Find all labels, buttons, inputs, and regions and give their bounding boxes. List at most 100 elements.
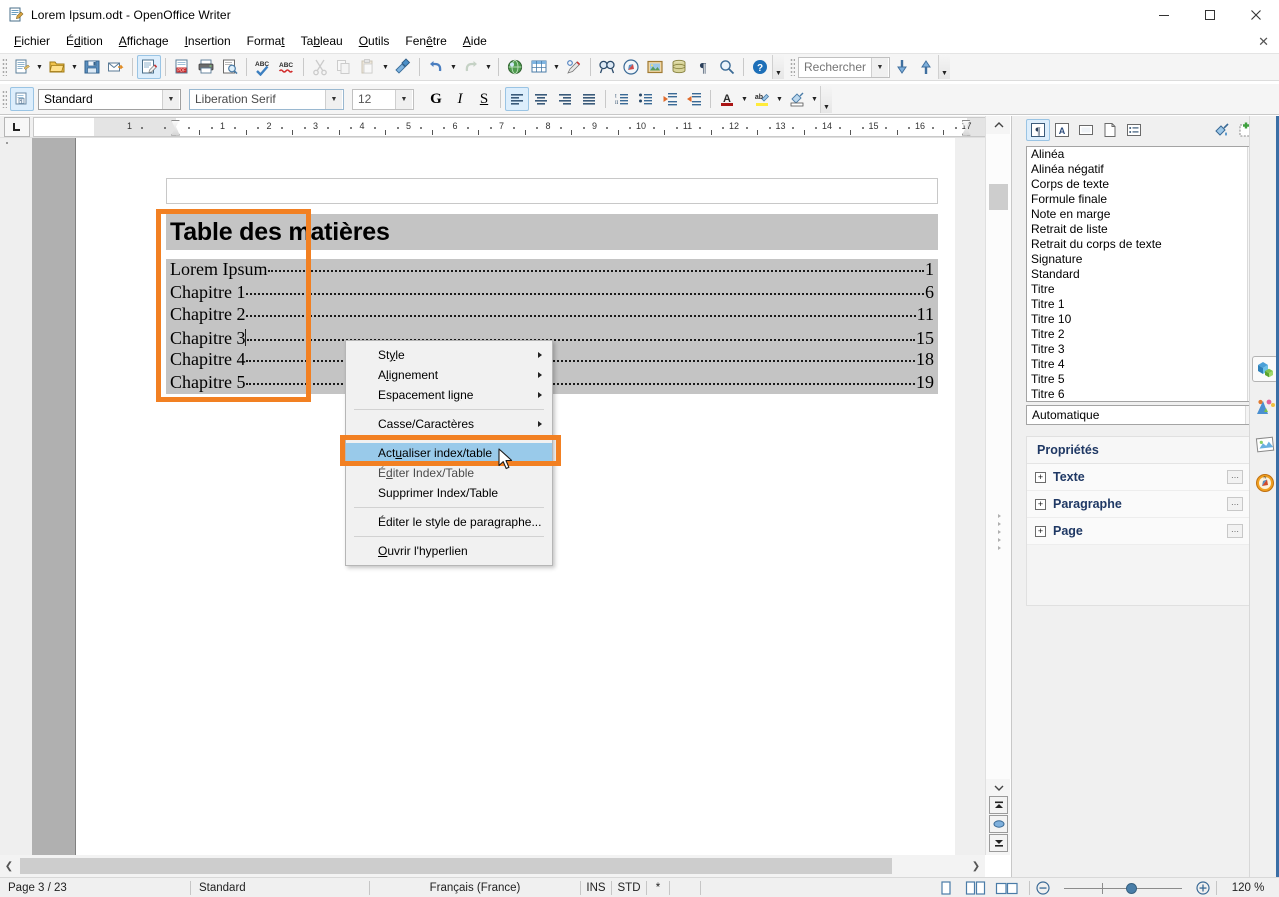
zoom-out-button[interactable] <box>1030 878 1056 897</box>
italic-button[interactable]: I <box>448 87 472 111</box>
background-color-icon[interactable] <box>785 87 809 111</box>
undo-icon[interactable] <box>424 55 448 79</box>
style-list-item[interactable]: Titre 5 <box>1027 372 1247 387</box>
toc-entry[interactable]: Lorem Ipsum 1 <box>166 259 938 282</box>
font-size-dropdown-icon[interactable]: ▼ <box>395 89 412 109</box>
gallery-icon[interactable] <box>643 55 667 79</box>
more-options-icon[interactable]: ⋯ <box>1227 497 1243 511</box>
menu-format[interactable]: Format <box>239 32 293 50</box>
gallery-panel-icon[interactable] <box>1252 394 1278 420</box>
paragraph-style-dropdown-icon[interactable]: ▼ <box>162 89 179 109</box>
expand-icon[interactable]: + <box>1035 471 1046 483</box>
close-button[interactable] <box>1233 0 1279 30</box>
search-field[interactable] <box>799 60 871 74</box>
property-section-texte[interactable]: + Texte ⋯ <box>1027 464 1249 491</box>
previous-page-button[interactable] <box>989 796 1008 814</box>
find-replace-icon[interactable] <box>595 55 619 79</box>
horizontal-ruler[interactable]: 11234567891011121314151617 <box>33 116 1010 137</box>
print-preview-icon[interactable] <box>218 55 242 79</box>
status-page-style[interactable]: Standard <box>191 878 369 897</box>
horizontal-scroll-thumb[interactable] <box>20 858 892 874</box>
ordered-list-icon[interactable]: I II <box>610 87 634 111</box>
redo-icon[interactable] <box>459 55 483 79</box>
style-list-item[interactable]: Titre 2 <box>1027 327 1247 342</box>
style-list-item[interactable]: Titre 10 <box>1027 312 1247 327</box>
status-selection-mode[interactable]: STD <box>612 878 646 897</box>
status-zoom-level[interactable]: 120 % <box>1217 878 1279 897</box>
context-menu-item[interactable]: Éditer le style de paragraphe... <box>346 512 552 532</box>
scroll-up-icon[interactable] <box>986 116 1011 134</box>
style-list-item[interactable]: Note en marge <box>1027 207 1247 222</box>
style-list-item[interactable]: Standard <box>1027 267 1247 282</box>
style-list-item[interactable]: Formule finale <box>1027 192 1247 207</box>
paste-icon[interactable] <box>356 55 380 79</box>
toc-entry[interactable]: Chapitre 1 6 <box>166 282 938 305</box>
scroll-right-icon[interactable]: ❯ <box>967 861 985 872</box>
background-color-dropdown[interactable]: ▼ <box>809 87 820 111</box>
style-list-item[interactable]: Titre 4 <box>1027 357 1247 372</box>
character-styles-icon[interactable]: A <box>1050 119 1074 141</box>
context-menu-item[interactable]: Éditer Index/Table <box>346 463 552 483</box>
menu-tableau[interactable]: Tableau <box>293 32 351 50</box>
decrease-indent-icon[interactable] <box>658 87 682 111</box>
formatting-toolbar-grip[interactable] <box>2 90 7 108</box>
cut-icon[interactable] <box>308 55 332 79</box>
new-document-icon[interactable] <box>10 55 34 79</box>
copy-icon[interactable] <box>332 55 356 79</box>
find-previous-icon[interactable] <box>914 55 938 79</box>
scroll-left-icon[interactable]: ❮ <box>0 861 18 872</box>
underline-button[interactable]: S <box>472 87 496 111</box>
menu-affichage[interactable]: Affichage <box>111 32 177 50</box>
horizontal-scroll-track[interactable] <box>18 858 967 874</box>
style-list-item[interactable]: Retrait du corps de texte <box>1027 237 1247 252</box>
export-pdf-icon[interactable]: PDF <box>170 55 194 79</box>
help-icon[interactable]: ? <box>748 55 772 79</box>
undo-dropdown[interactable]: ▼ <box>448 55 459 79</box>
print-icon[interactable] <box>194 55 218 79</box>
font-color-dropdown[interactable]: ▼ <box>739 87 750 111</box>
open-document-dropdown[interactable]: ▼ <box>69 55 80 79</box>
single-page-view-icon[interactable] <box>930 878 961 897</box>
data-sources-icon[interactable] <box>667 55 691 79</box>
maximize-button[interactable] <box>1187 0 1233 30</box>
paste-dropdown[interactable]: ▼ <box>380 55 391 79</box>
properties-panel-icon[interactable] <box>1251 356 1278 382</box>
context-menu-item[interactable]: Espacement ligne <box>346 385 552 405</box>
minimize-button[interactable] <box>1141 0 1187 30</box>
style-list-item[interactable]: Titre 1 <box>1027 297 1247 312</box>
more-options-icon[interactable]: ⋯ <box>1227 470 1243 484</box>
list-styles-icon[interactable] <box>1122 119 1146 141</box>
status-language[interactable]: Français (France) <box>370 878 580 897</box>
vertical-scroll-track[interactable] <box>986 134 1011 779</box>
tab-left-icon[interactable] <box>4 116 30 137</box>
hyperlink-icon[interactable] <box>503 55 527 79</box>
send-email-icon[interactable] <box>104 55 128 79</box>
style-list-item[interactable]: Alinéa <box>1027 147 1247 162</box>
paragraph-styles-icon[interactable]: ¶ <box>1026 119 1050 141</box>
style-list-item[interactable]: Titre 6 <box>1027 387 1247 401</box>
zoom-slider-knob[interactable] <box>1126 882 1137 894</box>
context-menu-item[interactable]: Actualiser index/table <box>346 443 552 463</box>
context-menu-item[interactable]: Style <box>346 345 552 365</box>
paragraph-style-combo[interactable]: Standard ▼ <box>38 88 181 110</box>
vertical-scroll-thumb[interactable] <box>989 184 1008 210</box>
apply-style-icon[interactable]: ¶ <box>10 87 34 111</box>
menu-aide[interactable]: Aide <box>455 32 495 50</box>
draw-functions-icon[interactable] <box>562 55 586 79</box>
multi-page-view-icon[interactable] <box>961 878 991 897</box>
context-menu-item[interactable]: Casse/Caractères <box>346 414 552 434</box>
book-view-icon[interactable] <box>991 878 1023 897</box>
menu-insertion[interactable]: Insertion <box>177 32 239 50</box>
vertical-scrollbar[interactable] <box>985 116 1011 855</box>
highlight-color-dropdown[interactable]: ▼ <box>774 87 785 111</box>
zoom-in-button[interactable] <box>1190 878 1216 897</box>
spelling-icon[interactable]: ABC <box>251 55 275 79</box>
formatting-marks-icon[interactable]: ¶ <box>691 55 715 79</box>
table-dropdown[interactable]: ▼ <box>551 55 562 79</box>
align-center-icon[interactable] <box>529 87 553 111</box>
property-section-paragraphe[interactable]: + Paragraphe ⋯ <box>1027 491 1249 518</box>
next-page-button[interactable] <box>989 834 1008 852</box>
styles-panel-icon[interactable] <box>1252 432 1278 458</box>
styles-listbox[interactable]: Alinéa Alinéa négatif Corps de texte Formul… <box>1026 146 1264 402</box>
menu-fichier[interactable]: Fichier <box>6 32 58 50</box>
